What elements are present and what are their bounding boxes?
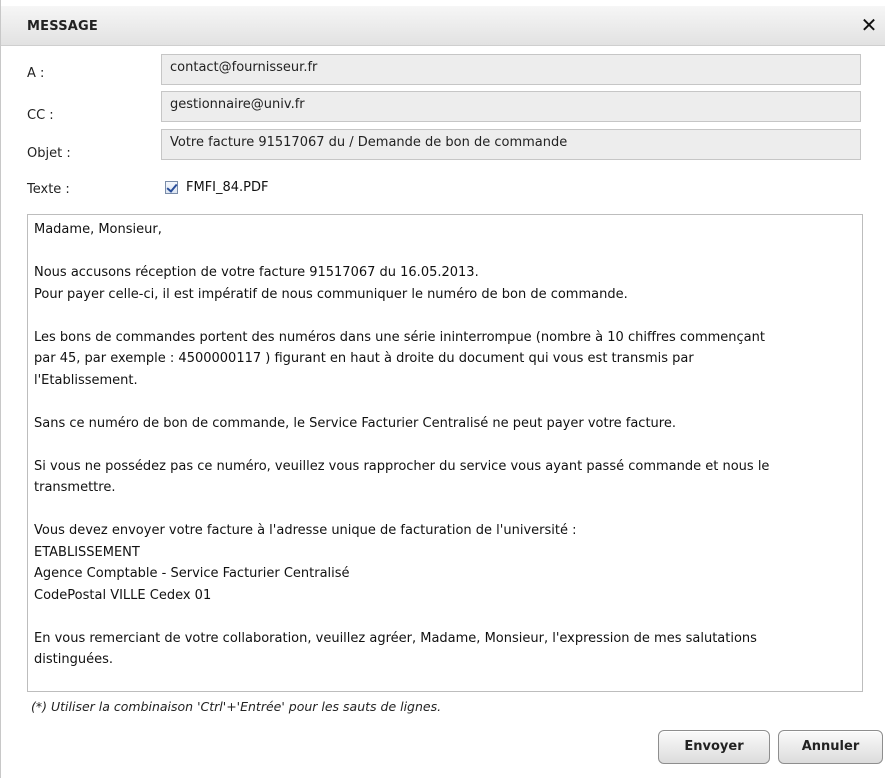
body-line: transmettre. bbox=[34, 480, 116, 495]
body-line: CodePostal VILLE Cedex 01 bbox=[34, 587, 212, 603]
cc-label: CC : bbox=[27, 108, 54, 123]
line-break-hint: (*) Utiliser la combinaison 'Ctrl'+'Entr… bbox=[31, 699, 442, 714]
message-body-textarea[interactable]: Madame, Monsieur, Nous accusons réceptio… bbox=[27, 214, 863, 692]
body-line: Pour payer celle-ci, il est impératif de… bbox=[34, 286, 628, 302]
dialog-title: MESSAGE bbox=[27, 19, 98, 34]
body-line: Si vous ne possédez pas ce numéro, veuil… bbox=[34, 458, 770, 474]
text-label: Texte : bbox=[27, 182, 70, 197]
dialog-titlebar: MESSAGE ✕ bbox=[1, 6, 885, 46]
body-line: Les bons de commandes portent des numéro… bbox=[34, 329, 765, 345]
cc-field[interactable]: gestionnaire@univ.fr bbox=[161, 91, 861, 122]
body-line: distinguées. bbox=[34, 652, 113, 667]
to-field[interactable]: contact@fournisseur.fr bbox=[161, 54, 861, 85]
cancel-button[interactable]: Annuler bbox=[778, 730, 883, 764]
body-line: Agence Comptable - Service Facturier Cen… bbox=[34, 566, 350, 581]
body-line: Nous accusons réception de votre facture… bbox=[34, 265, 479, 280]
body-line: l'Etablissement. bbox=[34, 372, 138, 388]
body-line: Madame, Monsieur, bbox=[34, 222, 162, 237]
body-line: ETABLISSEMENT bbox=[34, 544, 140, 560]
close-icon[interactable]: ✕ bbox=[858, 12, 880, 38]
subject-field[interactable]: Votre facture 91517067 du / Demande de b… bbox=[161, 129, 861, 160]
body-line: Vous devez envoyer votre facture à l'adr… bbox=[34, 523, 577, 538]
body-line: Sans ce numéro de bon de commande, le Se… bbox=[34, 415, 676, 431]
message-dialog: MESSAGE ✕ A : contact@fournisseur.fr CC … bbox=[0, 0, 885, 778]
attachment-filename: FMFI_84.PDF bbox=[186, 180, 269, 195]
send-button[interactable]: Envoyer bbox=[658, 730, 770, 764]
body-line: par 45, par exemple : 4500000117 ) figur… bbox=[34, 351, 694, 366]
subject-label: Objet : bbox=[27, 146, 71, 161]
to-label: A : bbox=[27, 66, 45, 81]
attachment-row: FMFI_84.PDF bbox=[165, 180, 269, 195]
body-line: En vous remerciant de votre collaboratio… bbox=[34, 630, 757, 646]
attachment-checkbox[interactable] bbox=[165, 181, 178, 194]
